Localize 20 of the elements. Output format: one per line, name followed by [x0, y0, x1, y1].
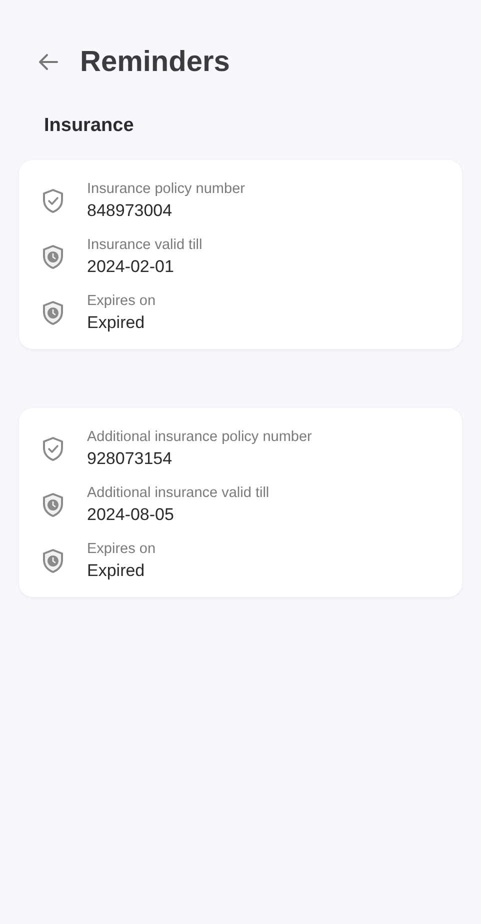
field-value: 2024-08-05 — [87, 504, 174, 526]
shield-check-icon — [42, 436, 64, 462]
field-value: Expired — [87, 312, 145, 334]
shield-check-icon — [42, 188, 64, 214]
page-title: Reminders — [80, 45, 230, 80]
field-value: 2024-02-01 — [87, 256, 174, 278]
field-label: Expires on — [87, 292, 156, 311]
field-value: 848973004 — [87, 200, 172, 222]
field-label: Additional insurance valid till — [87, 484, 270, 503]
section-title: Insurance — [44, 114, 134, 138]
field-label: Expires on — [87, 540, 156, 559]
shield-clock-icon — [42, 300, 64, 326]
field-label: Insurance valid till — [87, 236, 202, 255]
field-label: Insurance policy number — [87, 180, 245, 199]
field-label: Additional insurance policy number — [87, 428, 312, 447]
shield-clock-icon — [42, 548, 64, 574]
shield-clock-icon — [42, 492, 64, 518]
shield-clock-icon — [42, 244, 64, 270]
field-value: Expired — [87, 560, 145, 582]
field-value: 928073154 — [87, 448, 172, 470]
